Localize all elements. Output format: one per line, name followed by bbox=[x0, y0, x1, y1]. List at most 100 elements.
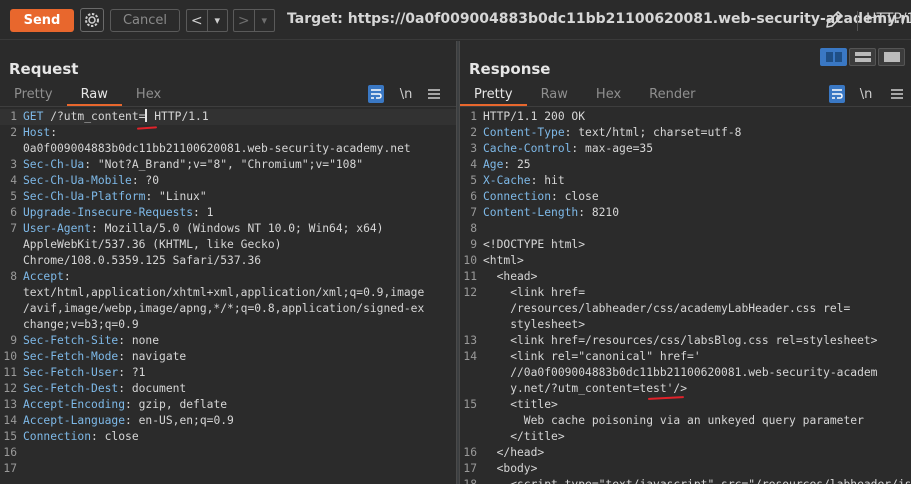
line-number: 11 bbox=[463, 270, 477, 283]
line-number: 13 bbox=[3, 398, 17, 411]
edit-target-pencil-icon[interactable] bbox=[823, 9, 845, 31]
request-title: Request bbox=[9, 60, 79, 78]
code-text: AppleWebKit/537.36 (KHTML, like Gecko) bbox=[23, 238, 282, 251]
line-number: 15 bbox=[463, 398, 477, 411]
code-text: Sec-Ch-Ua: "Not?A_Brand";v="8", "Chromiu… bbox=[23, 158, 364, 171]
code-line: 5 Sec-Ch-Ua-Platform: "Linux" bbox=[0, 189, 456, 205]
line-number: 2 bbox=[10, 126, 17, 139]
request-tabs: Pretty Raw Hex bbox=[0, 84, 175, 106]
code-line: 16 bbox=[0, 445, 456, 461]
code-line: Chrome/108.0.5359.125 Safari/537.36 bbox=[0, 253, 456, 269]
menu-icon[interactable] bbox=[891, 85, 903, 103]
layout-side-by-side-icon[interactable] bbox=[820, 48, 847, 66]
code-line: 1 HTTP/1.1 200 OK bbox=[460, 109, 911, 125]
tab-hex[interactable]: Hex bbox=[122, 84, 175, 106]
code-text: Connection: close bbox=[483, 190, 599, 203]
line-number: 16 bbox=[463, 446, 477, 459]
response-editor[interactable]: 1 HTTP/1.1 200 OK 2 Content-Type: text/html… bbox=[460, 109, 911, 484]
request-editor[interactable]: 1 GET /?utm_content= HTTP/1.1 2 Host: 0a0f00… bbox=[0, 109, 456, 484]
code-text: change;v=b3;q=0.9 bbox=[23, 318, 139, 331]
code-line: </title> bbox=[460, 429, 911, 445]
target-url: Target: https://0a0f009004883b0dc11bb211… bbox=[287, 11, 911, 27]
tab-raw[interactable]: Raw bbox=[66, 84, 122, 106]
menu-icon[interactable] bbox=[428, 85, 440, 103]
line-number: 7 bbox=[470, 206, 477, 219]
line-number: 6 bbox=[10, 206, 17, 219]
code-text: Accept-Language: en-US,en;q=0.9 bbox=[23, 414, 234, 427]
code-text: GET /?utm_content= HTTP/1.1 bbox=[23, 109, 209, 123]
code-line: 0a0f009004883b0dc11bb21100620081.web-sec… bbox=[0, 141, 456, 157]
code-text: Cache-Control: max-age=35 bbox=[483, 142, 654, 155]
code-text: </head> bbox=[483, 446, 545, 459]
code-text: Content-Length: 8210 bbox=[483, 206, 620, 219]
code-line: Web cache poisoning via an unkeyed query… bbox=[460, 413, 911, 429]
line-number: 2 bbox=[470, 126, 477, 139]
code-line: 4 Sec-Ch-Ua-Mobile: ?0 bbox=[0, 173, 456, 189]
code-text: Sec-Fetch-Dest: document bbox=[23, 382, 187, 395]
send-button[interactable]: Send bbox=[10, 9, 74, 32]
code-text: text/html,application/xhtml+xml,applicat… bbox=[23, 286, 425, 299]
cancel-button[interactable]: Cancel bbox=[110, 9, 180, 32]
code-text: Age: 25 bbox=[483, 158, 531, 171]
back-history-dropdown[interactable]: ▾ bbox=[207, 14, 227, 27]
code-text: <title> bbox=[483, 398, 558, 411]
text-caret bbox=[145, 109, 148, 122]
forward-button[interactable]: > bbox=[234, 13, 254, 29]
code-line: 6 Upgrade-Insecure-Requests: 1 bbox=[0, 205, 456, 221]
code-text: /resources/labheader/css/academyLabHeade… bbox=[483, 302, 851, 315]
tab-raw[interactable]: Raw bbox=[527, 84, 582, 106]
response-panel: Response Pretty Raw Hex Render \n 1 HTTP/… bbox=[460, 41, 911, 484]
line-number: 10 bbox=[463, 254, 477, 267]
tab-pretty[interactable]: Pretty bbox=[460, 84, 527, 106]
code-line: /resources/labheader/css/academyLabHeade… bbox=[460, 301, 911, 317]
back-button[interactable]: < bbox=[187, 13, 207, 29]
tab-underline bbox=[0, 106, 456, 107]
line-number: 9 bbox=[470, 238, 477, 251]
show-newlines-toggle[interactable]: \n bbox=[398, 85, 414, 103]
code-line: 17 bbox=[0, 461, 456, 477]
code-line: /avif,image/webp,image/apng,*/*;q=0.8,ap… bbox=[0, 301, 456, 317]
code-text: <link href=/resources/css/labsBlog.css r… bbox=[483, 334, 878, 347]
code-text: /avif,image/webp,image/apng,*/*;q=0.8,ap… bbox=[23, 302, 425, 315]
code-line: 5 X-Cache: hit bbox=[460, 173, 911, 189]
layout-stacked-icon[interactable] bbox=[849, 48, 876, 66]
settings-gear-icon[interactable] bbox=[80, 8, 104, 32]
code-line: 10 <html> bbox=[460, 253, 911, 269]
tab-pretty[interactable]: Pretty bbox=[0, 84, 67, 106]
http-version-toggle[interactable]: HTTP/1 bbox=[857, 11, 911, 31]
code-line: 2 Content-Type: text/html; charset=utf-8 bbox=[460, 125, 911, 141]
line-number: 16 bbox=[3, 446, 17, 459]
show-newlines-toggle[interactable]: \n bbox=[858, 85, 874, 103]
code-line: 7 Content-Length: 8210 bbox=[460, 205, 911, 221]
code-line: 10 Sec-Fetch-Mode: navigate bbox=[0, 349, 456, 365]
line-number: 4 bbox=[470, 158, 477, 171]
line-number: 17 bbox=[3, 462, 17, 475]
tab-hex[interactable]: Hex bbox=[582, 84, 635, 106]
code-text: <html> bbox=[483, 254, 524, 267]
tab-underline bbox=[460, 106, 911, 107]
line-number: 8 bbox=[10, 270, 17, 283]
code-line: 12 Sec-Fetch-Dest: document bbox=[0, 381, 456, 397]
tab-render[interactable]: Render bbox=[635, 84, 709, 106]
code-text: Sec-Ch-Ua-Platform: "Linux" bbox=[23, 190, 207, 203]
code-text: Sec-Fetch-User: ?1 bbox=[23, 366, 146, 379]
line-number: 11 bbox=[3, 366, 17, 379]
code-text: Sec-Ch-Ua-Mobile: ?0 bbox=[23, 174, 160, 187]
code-text: //0a0f009004883b0dc11bb21100620081.web-s… bbox=[483, 366, 878, 379]
code-line: 9 <!DOCTYPE html> bbox=[460, 237, 911, 253]
code-line: 13 <link href=/resources/css/labsBlog.cs… bbox=[460, 333, 911, 349]
code-text: <script type="text/javascript" src="/res… bbox=[483, 478, 911, 484]
line-number: 8 bbox=[470, 222, 477, 235]
word-wrap-icon[interactable] bbox=[829, 85, 845, 103]
code-text: Accept-Encoding: gzip, deflate bbox=[23, 398, 228, 411]
back-nav-group: < ▾ bbox=[186, 9, 228, 32]
code-text: Chrome/108.0.5359.125 Safari/537.36 bbox=[23, 254, 262, 267]
word-wrap-icon[interactable] bbox=[368, 85, 384, 103]
code-line: change;v=b3;q=0.9 bbox=[0, 317, 456, 333]
layout-single-icon[interactable] bbox=[878, 48, 905, 66]
code-text: Accept: bbox=[23, 270, 71, 283]
code-text: Sec-Fetch-Mode: navigate bbox=[23, 350, 187, 363]
forward-history-dropdown[interactable]: ▾ bbox=[254, 14, 274, 27]
code-text: Connection: close bbox=[23, 430, 139, 443]
code-line: text/html,application/xhtml+xml,applicat… bbox=[0, 285, 456, 301]
